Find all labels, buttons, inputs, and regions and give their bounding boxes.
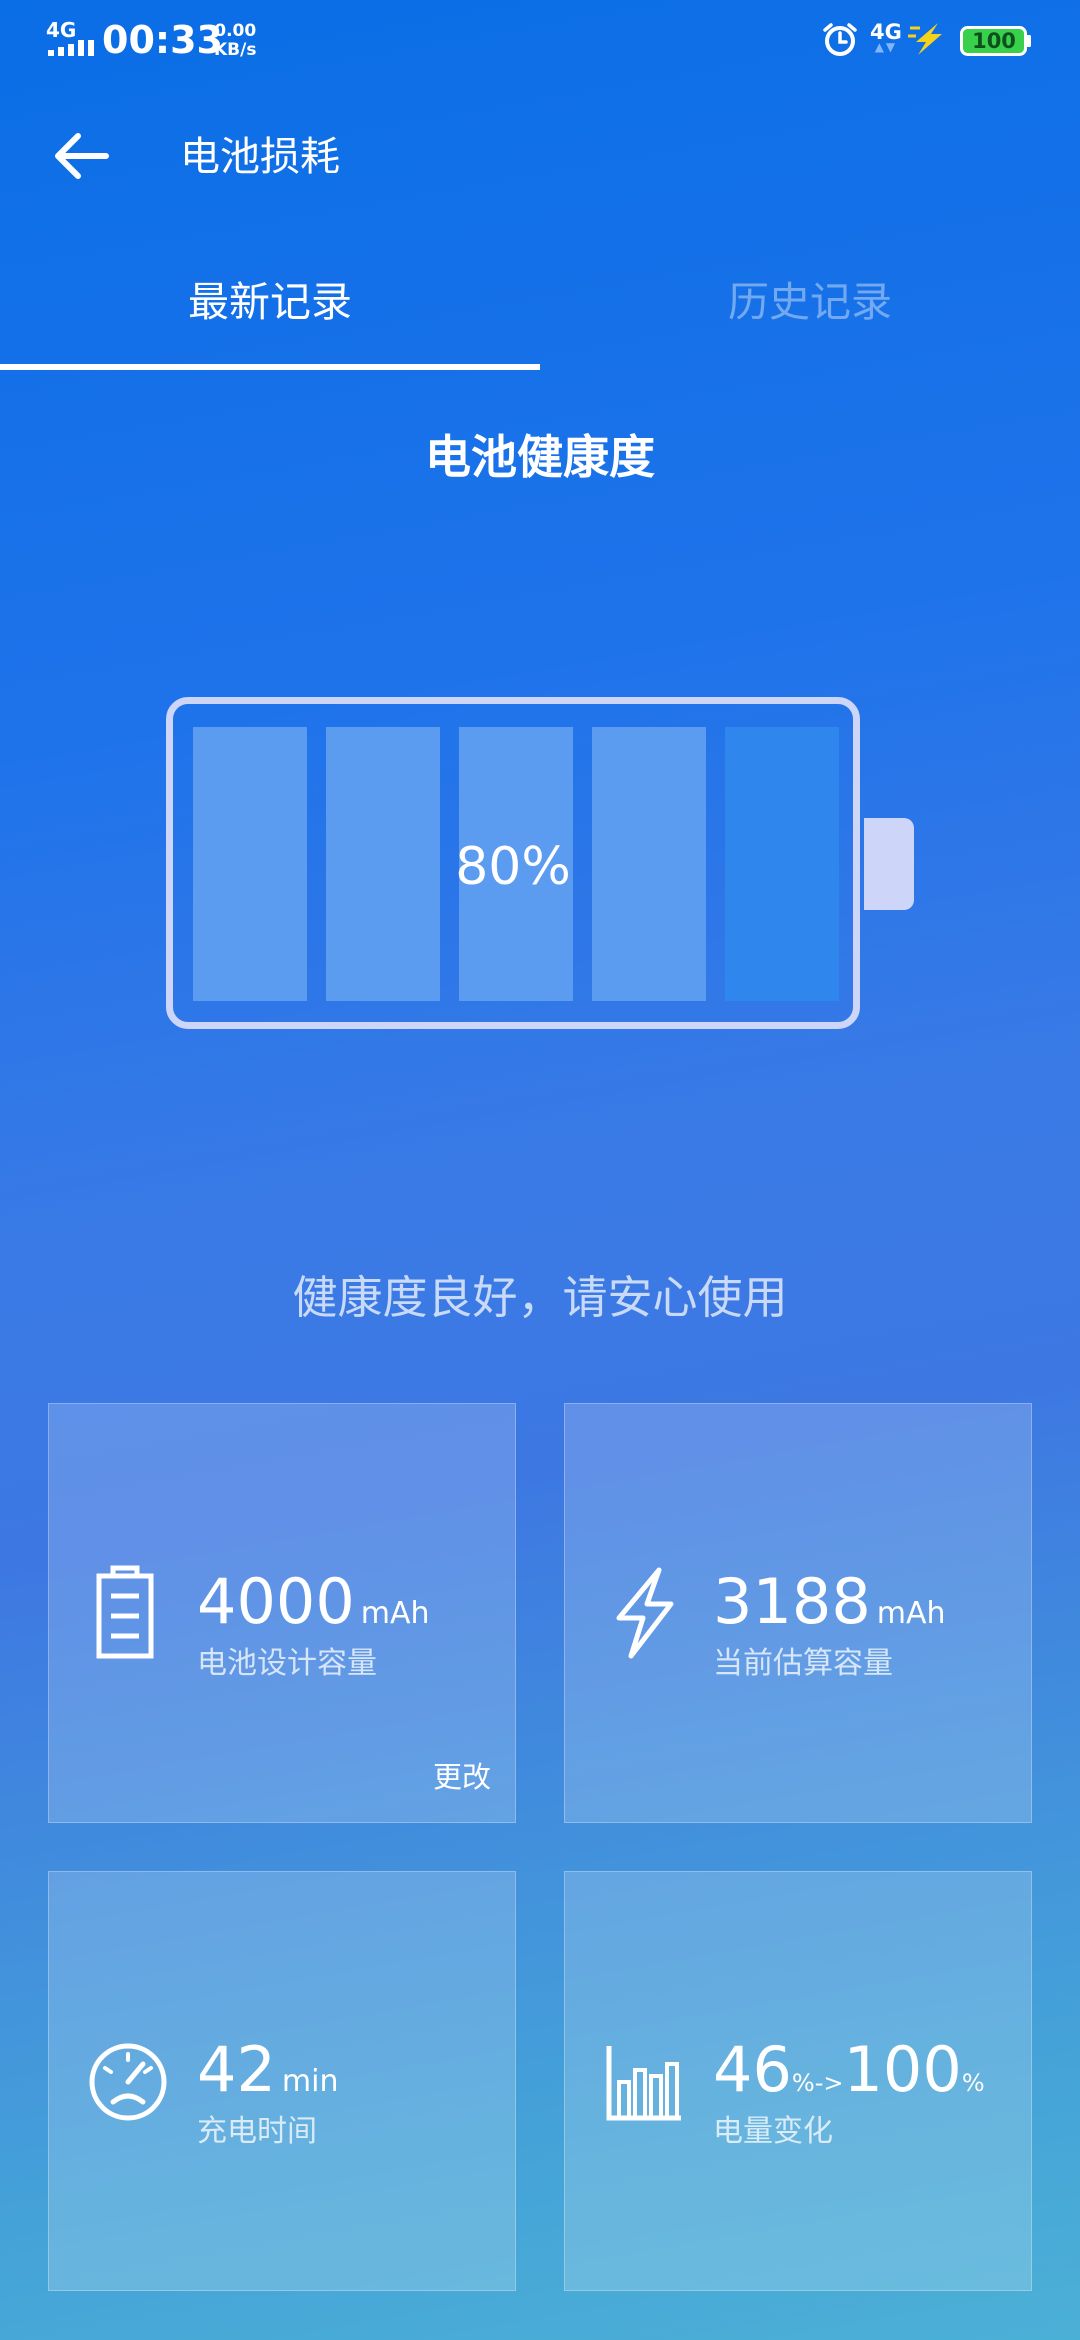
charge-change-to: 100 — [843, 2033, 962, 2106]
tab-history-records[interactable]: 历史记录 — [540, 270, 1080, 334]
estimated-capacity-number: 3188 — [713, 1565, 871, 1638]
card-charge-change: 46%->100% 电量变化 — [564, 1871, 1032, 2291]
bar-chart-icon — [606, 2046, 681, 2121]
battery-terminal — [864, 818, 914, 910]
battery-level-text: 100 — [972, 29, 1016, 53]
speedometer-icon — [89, 2043, 167, 2121]
network-type-right: 4G ▲▼ — [870, 20, 902, 54]
charge-change-label: 电量变化 — [713, 2114, 833, 2149]
tab-latest-records[interactable]: 最新记录 — [0, 270, 540, 334]
design-capacity-unit: mAh — [360, 1596, 430, 1631]
signal-icon — [48, 40, 94, 56]
alarm-icon — [823, 23, 857, 56]
charge-change-from-unit: %-> — [791, 2069, 844, 2097]
network-speed: 0.00 KB/s — [214, 22, 256, 60]
charge-change-from: 46 — [713, 2033, 792, 2106]
active-tab-indicator — [0, 364, 540, 370]
data-arrows-icon: ▲▼ — [874, 40, 898, 54]
page-title: 电池损耗 — [180, 134, 340, 180]
card-design-capacity: 4000 mAh 电池设计容量 更改 — [48, 1403, 516, 1823]
network-type-left: 4G — [46, 18, 77, 42]
estimated-capacity-unit: mAh — [876, 1596, 946, 1631]
design-capacity-value: 4000 mAh — [197, 1562, 430, 1642]
health-status-message: 健康度良好，请安心使用 — [292, 1271, 788, 1324]
lightning-icon — [616, 1567, 674, 1659]
estimated-capacity-label: 当前估算容量 — [713, 1646, 893, 1681]
battery-icon — [96, 1565, 154, 1659]
charge-time-value: 42 min — [197, 2030, 338, 2110]
change-capacity-button[interactable]: 更改 — [433, 1754, 491, 1796]
battery-health-title: 电池健康度 — [425, 430, 655, 484]
card-charge-time: 42 min 充电时间 — [48, 1871, 516, 2291]
charge-time-number: 42 — [197, 2033, 276, 2106]
back-arrow-icon[interactable] — [52, 130, 112, 182]
charging-icon — [908, 23, 942, 55]
battery-health-percent: 80% — [455, 837, 571, 897]
design-capacity-number: 4000 — [197, 1565, 355, 1638]
status-bar: 4G 00:33 0.00 KB/s 4G ▲▼ 100 — [0, 0, 1080, 80]
design-capacity-label: 电池设计容量 — [197, 1646, 377, 1681]
charge-time-label: 充电时间 — [197, 2114, 317, 2149]
speed-unit: KB/s — [214, 40, 257, 60]
estimated-capacity-value: 3188 mAh — [713, 1562, 946, 1642]
card-estimated-capacity: 3188 mAh 当前估算容量 — [564, 1403, 1032, 1823]
charge-change-to-unit: % — [961, 2069, 985, 2097]
clock-time: 00:33 — [102, 18, 223, 62]
charge-time-unit: min — [281, 2064, 339, 2099]
speed-value: 0.00 — [214, 21, 257, 41]
charge-change-value: 46%->100% — [713, 2030, 985, 2110]
